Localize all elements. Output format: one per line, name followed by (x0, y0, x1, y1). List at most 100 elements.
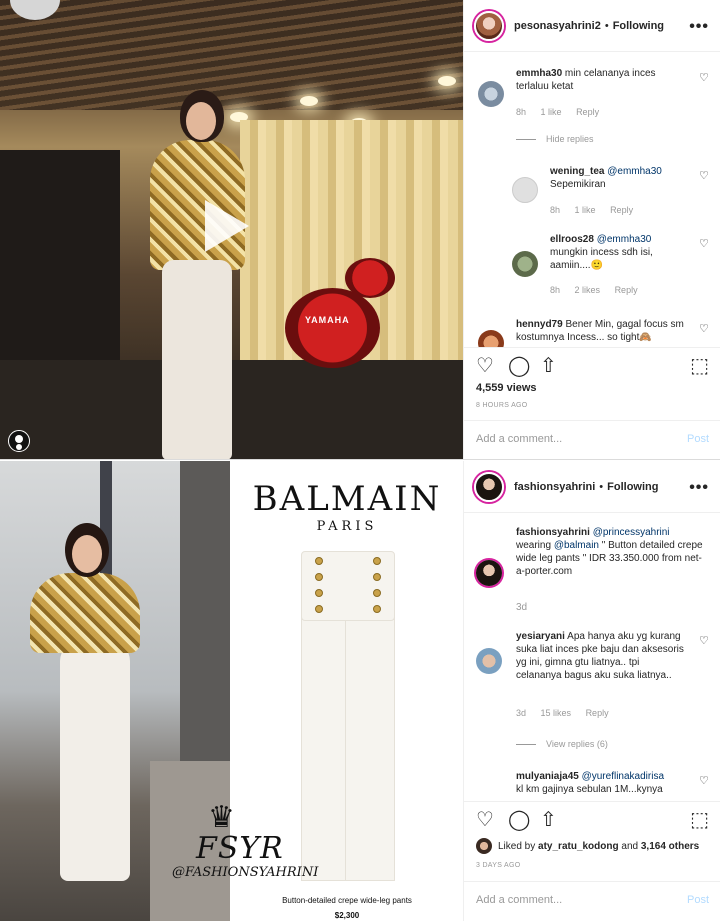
comment-likes[interactable]: 2 likes (575, 285, 601, 295)
comment-username[interactable]: hennyd79 (516, 319, 563, 330)
avatar[interactable] (474, 471, 504, 502)
heart-icon[interactable]: ♡ (699, 171, 709, 182)
liked-by: Liked by aty_ratu_kodong and 3,164 other… (476, 838, 699, 854)
post-header: pesonasyahrini2 • Following ••• (464, 0, 720, 52)
heart-icon[interactable]: ♡ (699, 239, 709, 250)
comment-likes[interactable]: 1 like (541, 107, 562, 117)
separator-dot: • (604, 19, 609, 32)
action-bar: ♡ ◯ ⇧ ⬚ (464, 347, 720, 383)
avatar[interactable] (474, 10, 504, 41)
caption-avatar[interactable] (476, 560, 502, 586)
liked-others[interactable]: 3,164 others (641, 841, 699, 852)
caption-mention[interactable]: @princessyahrini (593, 527, 670, 538)
comment-icon[interactable]: ◯ (508, 356, 530, 376)
share-icon[interactable]: ⇧ (540, 810, 557, 830)
button-detail (373, 573, 381, 581)
comment-box: Add a comment... Post (464, 420, 720, 460)
caption-text-pre: wearing (516, 540, 552, 551)
post-header: fashionsyahrini • Following ••• (464, 461, 720, 513)
trouser-leg-right (345, 591, 395, 881)
tagged-user-icon[interactable] (8, 430, 30, 452)
reply-button[interactable]: Reply (586, 708, 609, 718)
comment-box: Add a comment... Post (464, 881, 720, 921)
heart-icon[interactable]: ♡ (699, 776, 709, 787)
bookmark-icon[interactable]: ⬚ (690, 810, 709, 830)
reply-button[interactable]: Reply (576, 107, 599, 117)
comment-avatar[interactable] (478, 330, 504, 347)
ceiling (0, 0, 463, 110)
brand-logo: BALMAIN (252, 479, 442, 519)
comment-username[interactable]: wening_tea (550, 166, 604, 177)
comment-avatar[interactable] (476, 648, 502, 674)
heart-icon[interactable]: ♡ (699, 636, 709, 647)
follow-state[interactable]: Following (607, 481, 658, 493)
comment-username[interactable]: yesiaryani (516, 631, 565, 642)
header-username[interactable]: pesonasyahrini2 (514, 20, 601, 32)
button-detail (315, 573, 323, 581)
add-comment-input[interactable]: Add a comment... (476, 894, 562, 906)
heart-icon[interactable]: ♡ (699, 324, 709, 335)
video-media[interactable]: YAMAHA (0, 0, 463, 459)
liker-avatar[interactable] (476, 838, 492, 854)
post-button[interactable]: Post (687, 433, 709, 445)
comments-list: emmha30 min celananya inces terlaluu ket… (464, 53, 720, 347)
comment-likes[interactable]: 1 like (575, 205, 596, 215)
button-detail (373, 605, 381, 613)
action-bar: ♡ ◯ ⇧ ⬚ (464, 801, 720, 837)
comment-likes[interactable]: 15 likes (541, 708, 572, 718)
more-options-icon[interactable]: ••• (689, 18, 709, 36)
comment-avatar[interactable] (512, 177, 538, 203)
post-button[interactable]: Post (687, 894, 709, 906)
heart-icon[interactable]: ♡ (699, 73, 709, 84)
comment-username[interactable]: mulyaniaja45 (516, 771, 579, 782)
like-heart-icon[interactable]: ♡ (476, 810, 494, 830)
post-2-sidebar: fashionsyahrini • Following ••• fashions… (463, 461, 720, 921)
share-icon[interactable]: ⇧ (540, 356, 557, 376)
trouser-leg-left (301, 591, 351, 881)
product-price: $2,300 (334, 911, 360, 920)
liked-user[interactable]: aty_ratu_kodong (538, 841, 619, 852)
caption-username[interactable]: fashionsyahrini (516, 527, 590, 538)
singer-face (186, 102, 216, 140)
view-replies-button[interactable]: View replies (6) (516, 739, 608, 749)
more-options-icon[interactable]: ••• (689, 479, 709, 497)
watermark-logo: FSYR (196, 831, 284, 866)
button-detail (373, 589, 381, 597)
separator-dot: • (599, 480, 604, 493)
comment-text: Sepemikiran (550, 179, 606, 190)
comment-mention[interactable]: @emmha30 (597, 234, 652, 245)
like-heart-icon[interactable]: ♡ (476, 356, 494, 376)
post-timestamp: 8 HOURS AGO (476, 402, 528, 409)
comment-mention[interactable]: @yureflinakadirisa (582, 771, 664, 782)
comment-avatar[interactable] (478, 81, 504, 107)
crown-icon: ♛ (208, 801, 235, 834)
hide-replies-button[interactable]: Hide replies (516, 134, 594, 144)
caption-mention[interactable]: @balmain (554, 540, 599, 551)
reply-button[interactable]: Reply (610, 205, 633, 215)
header-username[interactable]: fashionsyahrini (514, 481, 595, 493)
comment-username[interactable]: ellroos28 (550, 234, 594, 245)
trousers-image (293, 551, 403, 881)
button-detail (373, 557, 381, 565)
comment-time: 8h (550, 205, 561, 215)
reply-button[interactable]: Reply (615, 285, 638, 295)
add-comment-input[interactable]: Add a comment... (476, 433, 562, 445)
post-1: YAMAHA pesonasyahrini2 • Following ••• e… (0, 0, 720, 460)
comment-time: 8h (550, 285, 561, 295)
comment-text: kl km gajinya sebulan 1M...kynya (516, 784, 663, 795)
comment-text: mungkin incess sdh isi, aamiin....🙂 (550, 247, 653, 271)
post-timestamp: 3 DAYS AGO (476, 862, 521, 869)
comment-avatar[interactable] (512, 251, 538, 277)
model-pants (60, 641, 130, 881)
comment-username[interactable]: emmha30 (516, 68, 562, 79)
comment-mention[interactable]: @emmha30 (607, 166, 662, 177)
watermark-handle: @FASHIONSYAHRINI (172, 865, 319, 880)
bass-drum (285, 288, 380, 368)
play-icon[interactable] (205, 200, 249, 252)
singer-pants (162, 260, 232, 459)
bookmark-icon[interactable]: ⬚ (690, 356, 709, 376)
view-count[interactable]: 4,559 views (476, 382, 537, 394)
follow-state[interactable]: Following (613, 20, 664, 32)
comment-icon[interactable]: ◯ (508, 810, 530, 830)
button-detail (315, 557, 323, 565)
